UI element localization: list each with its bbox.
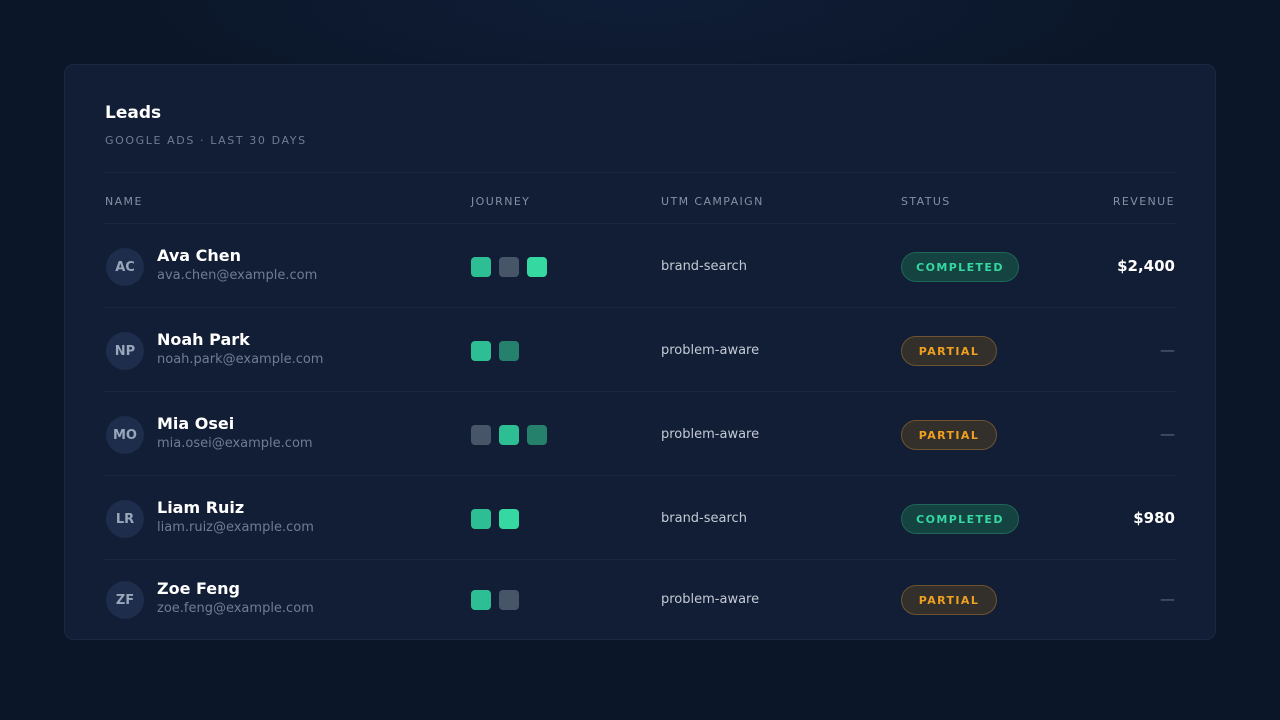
column-header-revenue[interactable]: REVENUE bbox=[1113, 195, 1175, 208]
lead-name[interactable]: Mia Osei bbox=[157, 414, 234, 433]
status-badge: COMPLETED bbox=[901, 252, 1019, 282]
column-header-utm-campaign[interactable]: UTM CAMPAIGN bbox=[661, 195, 764, 208]
card-title: Leads bbox=[105, 103, 162, 123]
lead-name[interactable]: Zoe Feng bbox=[157, 579, 240, 598]
journey-step bbox=[499, 590, 519, 610]
journey-step bbox=[471, 341, 491, 361]
journey-step bbox=[499, 257, 519, 277]
revenue-value: — bbox=[1160, 425, 1175, 443]
lead-name[interactable]: Noah Park bbox=[157, 330, 250, 349]
journey-step bbox=[471, 425, 491, 445]
avatar: ZF bbox=[106, 581, 144, 619]
column-header-name[interactable]: NAME bbox=[105, 195, 143, 208]
journey-steps bbox=[471, 341, 519, 361]
table-row[interactable]: AC Ava Chen ava.chen@example.com brand-s… bbox=[105, 223, 1175, 307]
utm-campaign: problem-aware bbox=[661, 343, 760, 358]
lead-name[interactable]: Ava Chen bbox=[157, 246, 241, 265]
lead-email[interactable]: zoe.feng@example.com bbox=[157, 601, 314, 616]
status-badge: COMPLETED bbox=[901, 504, 1019, 534]
status-badge: PARTIAL bbox=[901, 585, 997, 615]
status-badge: PARTIAL bbox=[901, 420, 997, 450]
journey-steps bbox=[471, 257, 547, 277]
leads-card: Leads GOOGLE ADS · LAST 30 DAYS NAME JOU… bbox=[64, 64, 1216, 640]
column-header-status[interactable]: STATUS bbox=[901, 195, 951, 208]
journey-step bbox=[527, 425, 547, 445]
card-subtitle: GOOGLE ADS · LAST 30 DAYS bbox=[105, 134, 307, 147]
journey-steps bbox=[471, 590, 519, 610]
table-row[interactable]: ZF Zoe Feng zoe.feng@example.com problem… bbox=[105, 559, 1175, 639]
avatar: AC bbox=[106, 248, 144, 286]
utm-campaign: problem-aware bbox=[661, 427, 760, 442]
lead-email[interactable]: noah.park@example.com bbox=[157, 352, 323, 367]
journey-step bbox=[499, 425, 519, 445]
journey-step bbox=[471, 590, 491, 610]
avatar: NP bbox=[106, 332, 144, 370]
journey-steps bbox=[471, 425, 547, 445]
avatar: MO bbox=[106, 416, 144, 454]
revenue-value: — bbox=[1160, 341, 1175, 359]
revenue-value: $980 bbox=[1133, 509, 1175, 527]
lead-email[interactable]: liam.ruiz@example.com bbox=[157, 520, 314, 535]
lead-email[interactable]: mia.osei@example.com bbox=[157, 436, 313, 451]
avatar: LR bbox=[106, 500, 144, 538]
lead-email[interactable]: ava.chen@example.com bbox=[157, 268, 317, 283]
status-badge: PARTIAL bbox=[901, 336, 997, 366]
column-header-journey[interactable]: JOURNEY bbox=[471, 195, 530, 208]
lead-name[interactable]: Liam Ruiz bbox=[157, 498, 244, 517]
journey-step bbox=[499, 341, 519, 361]
table-row[interactable]: LR Liam Ruiz liam.ruiz@example.com brand… bbox=[105, 475, 1175, 559]
journey-step bbox=[471, 509, 491, 529]
revenue-value: — bbox=[1160, 590, 1175, 608]
table-row[interactable]: NP Noah Park noah.park@example.com probl… bbox=[105, 307, 1175, 391]
journey-step bbox=[527, 257, 547, 277]
journey-steps bbox=[471, 509, 519, 529]
utm-campaign: brand-search bbox=[661, 259, 747, 274]
revenue-value: $2,400 bbox=[1117, 257, 1175, 275]
utm-campaign: problem-aware bbox=[661, 592, 760, 607]
table-row[interactable]: MO Mia Osei mia.osei@example.com problem… bbox=[105, 391, 1175, 475]
journey-step bbox=[471, 257, 491, 277]
journey-step bbox=[499, 509, 519, 529]
header-divider bbox=[105, 172, 1175, 173]
utm-campaign: brand-search bbox=[661, 511, 747, 526]
